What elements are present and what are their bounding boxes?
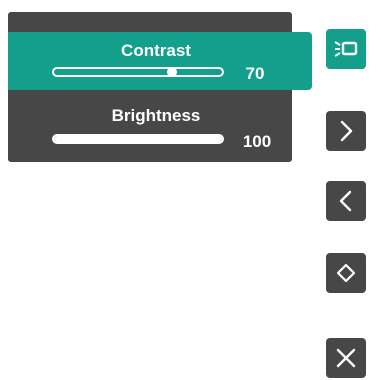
brightness-value: 100 [242,132,272,151]
close-button[interactable] [326,338,366,378]
contrast-value: 70 [245,64,265,83]
next-button[interactable] [326,111,366,151]
back-button[interactable] [326,181,366,221]
adjust-button[interactable] [326,253,366,293]
display-mode-icon [333,39,359,59]
close-icon [335,347,357,369]
monitor-osd-screen: Contrast 70 Brightness 100 [0,0,381,380]
brightness-label: Brightness [111,106,201,125]
brightness-row[interactable]: Brightness 100 [8,96,292,160]
chevron-left-icon [336,189,356,213]
osd-menu-panel: Contrast 70 Brightness 100 [8,12,312,162]
up-down-icon [336,263,356,283]
brightness-slider[interactable] [52,134,224,144]
chevron-right-icon [336,119,356,143]
contrast-label: Contrast [121,41,191,60]
contrast-slider-thumb[interactable] [166,67,177,77]
contrast-row[interactable]: Contrast 70 [8,32,312,90]
display-mode-button[interactable] [326,29,366,69]
brightness-slider-fill [54,136,222,142]
contrast-slider[interactable] [52,67,224,77]
